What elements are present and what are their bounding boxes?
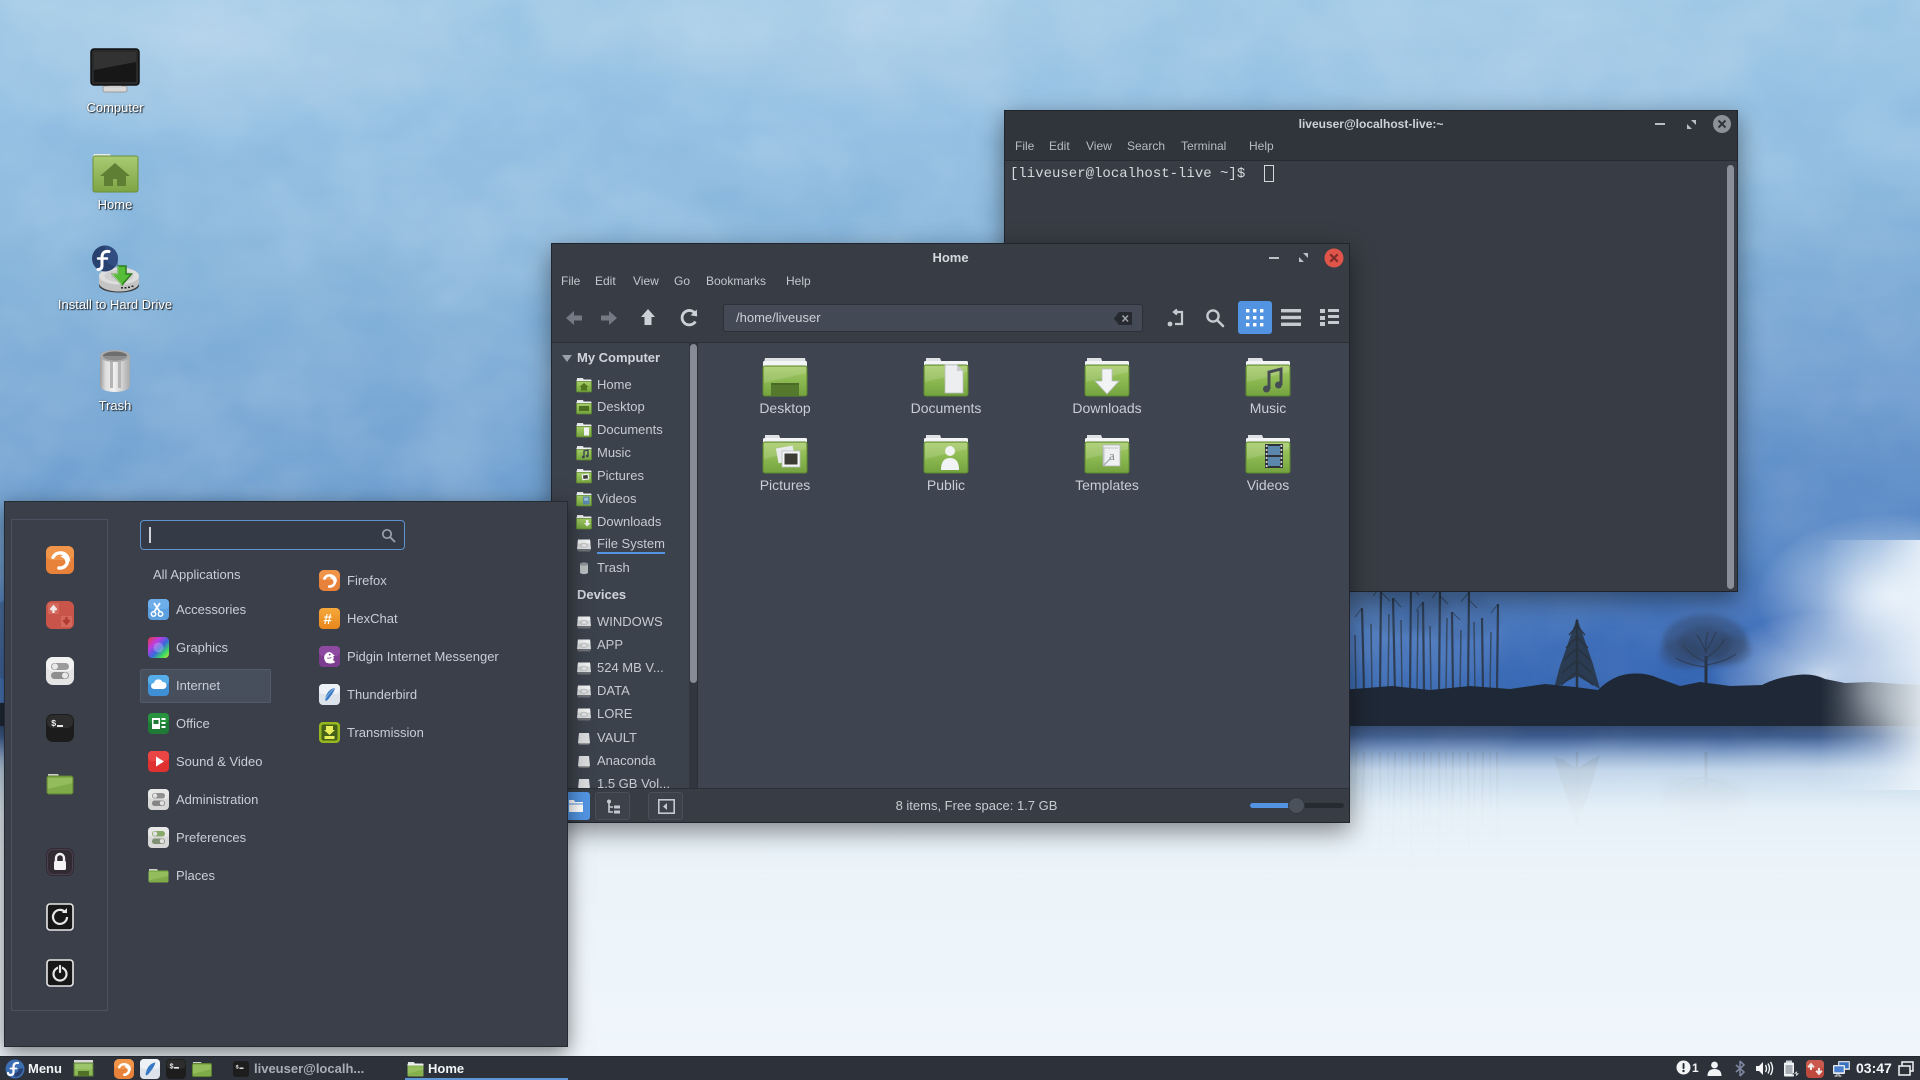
svg-text:$: $ [170,1064,174,1072]
svg-text:a: a [1109,448,1115,463]
svg-text:#: # [324,611,333,628]
svg-text:$: $ [51,719,57,729]
